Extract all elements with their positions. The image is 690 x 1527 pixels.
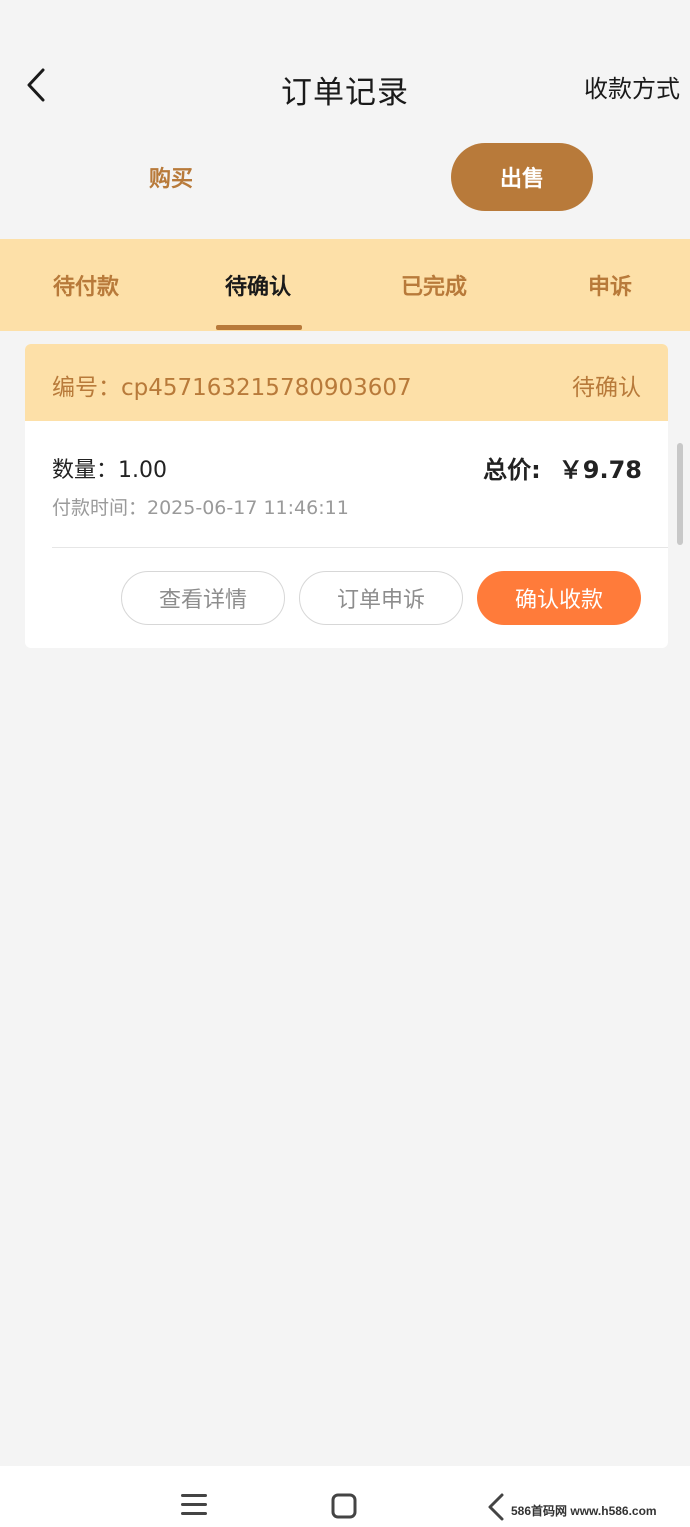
nav-back-icon[interactable] [484,1492,508,1522]
order-card: 编号：cp457163215780903607 待确认 数量：1.00 付款时间… [25,344,668,648]
active-tab-indicator [216,325,302,330]
system-nav-bar: 586首码网 www.h586.com [0,1466,690,1527]
payment-method-link[interactable]: 收款方式 [584,69,680,104]
trade-mode-switch: 购买 出售 [0,125,690,239]
card-divider [52,547,668,548]
home-square-icon[interactable] [330,1492,358,1520]
order-status: 待确认 [572,375,641,401]
order-number: 编号：cp457163215780903607 [52,375,412,401]
order-records-page: 订单记录 收款方式 购买 出售 待付款 待确认 已完成 申诉 编号：cp4571… [0,0,690,1527]
tab-completed[interactable]: 已完成 [348,239,520,331]
payment-time: 付款时间：2025-06-17 11:46:11 [52,497,349,519]
watermark-text: 586首码网 www.h586.com [511,1504,657,1518]
buy-mode-button[interactable]: 购买 [100,143,242,211]
order-status-tabs: 待付款 待确认 已完成 申诉 [0,239,690,331]
tab-pending-confirm[interactable]: 待确认 [172,239,344,331]
menu-icon[interactable] [178,1492,210,1518]
scrollbar[interactable] [677,443,683,545]
view-details-button[interactable]: 查看详情 [121,571,285,625]
order-card-header: 编号：cp457163215780903607 待确认 [25,344,668,421]
app-header: 订单记录 收款方式 [0,45,690,125]
tab-appeal[interactable]: 申诉 [524,239,690,331]
order-appeal-button[interactable]: 订单申诉 [299,571,463,625]
tab-pending-payment[interactable]: 待付款 [0,239,172,331]
order-quantity: 数量：1.00 [52,458,167,483]
total-value: ￥9.78 [558,456,642,484]
confirm-receipt-button[interactable]: 确认收款 [477,571,641,625]
order-total: 总价: ￥9.78 [483,450,642,485]
total-label: 总价: [483,456,541,484]
sell-mode-button[interactable]: 出售 [451,143,593,211]
